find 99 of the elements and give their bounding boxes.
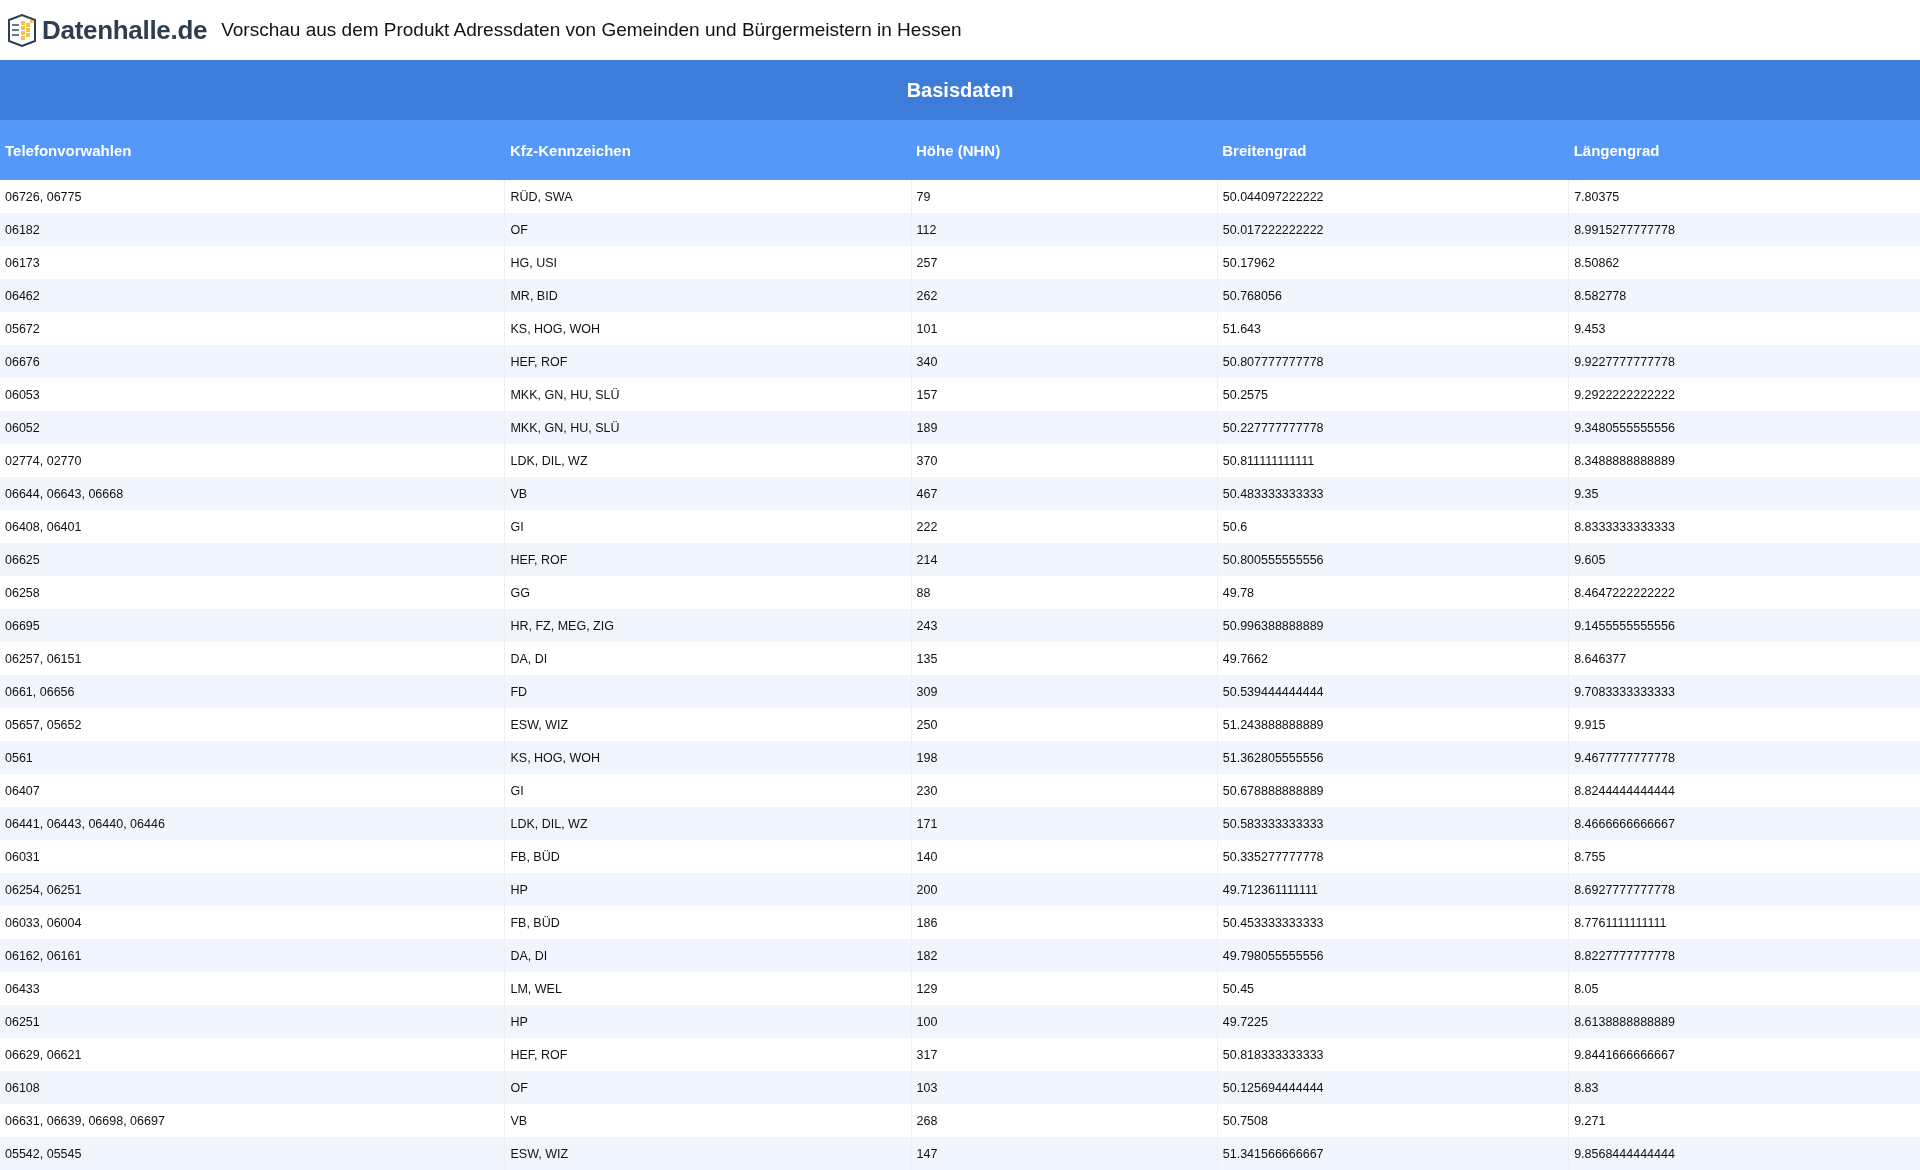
table-cell: 50.125694444444 xyxy=(1217,1071,1569,1104)
table-cell: 50.800555555556 xyxy=(1217,543,1569,576)
table-cell: 50.539444444444 xyxy=(1217,675,1569,708)
table-cell: 467 xyxy=(911,477,1218,510)
table-cell: 05672 xyxy=(0,312,505,345)
table-cell: 06631, 06639, 06698, 06697 xyxy=(0,1104,505,1137)
table-cell: 8.6138888888889 xyxy=(1568,1005,1920,1038)
table-cell: 06407 xyxy=(0,774,505,807)
table-cell: 50.996388888889 xyxy=(1217,609,1569,642)
table-cell: 05657, 05652 xyxy=(0,708,505,741)
table-cell: 9.8568444444444 xyxy=(1568,1137,1920,1170)
table-cell: 8.4666666666667 xyxy=(1568,807,1920,840)
table-cell: 49.7225 xyxy=(1217,1005,1569,1038)
table-cell: 50.807777777778 xyxy=(1217,345,1569,378)
table-cell: HR, FZ, MEG, ZIG xyxy=(504,609,912,642)
table-cell: 8.9915277777778 xyxy=(1568,213,1920,246)
table-cell: 06441, 06443, 06440, 06446 xyxy=(0,807,505,840)
table-cell: LDK, DIL, WZ xyxy=(504,807,912,840)
table-cell: 05542, 05545 xyxy=(0,1137,505,1170)
table-cell: 50.017222222222 xyxy=(1217,213,1569,246)
page-title: Vorschau aus dem Produkt Adressdaten von Gemeinden und Bürgermeistern in Hessen xyxy=(221,19,962,41)
table-cell: 06408, 06401 xyxy=(0,510,505,543)
table-cell: OF xyxy=(504,1071,912,1104)
table-cell: 8.83 xyxy=(1568,1071,1920,1104)
table-cell: 06258 xyxy=(0,576,505,609)
table-cell: DA, DI xyxy=(504,939,912,972)
table-cell: 06629, 06621 xyxy=(0,1038,505,1071)
table-cell: HP xyxy=(504,873,912,906)
table-cell: 06726, 06775 xyxy=(0,180,505,213)
table-cell: 262 xyxy=(911,279,1218,312)
table-cell: 198 xyxy=(911,741,1218,774)
table-cell: FD xyxy=(504,675,912,708)
table-cell: 0561 xyxy=(0,741,505,774)
table-cell: 171 xyxy=(911,807,1218,840)
table-cell: 0661, 06656 xyxy=(0,675,505,708)
table-cell: 06257, 06151 xyxy=(0,642,505,675)
table-cell: 06053 xyxy=(0,378,505,411)
table-cell: 50.583333333333 xyxy=(1217,807,1569,840)
table-cell: 02774, 02770 xyxy=(0,444,505,477)
table-cell: 06182 xyxy=(0,213,505,246)
column-header: Längengrad xyxy=(1568,120,1920,180)
table-cell: 8.6927777777778 xyxy=(1568,873,1920,906)
table-cell: OF xyxy=(504,213,912,246)
table-cell: VB xyxy=(504,477,912,510)
table-cell: 51.341566666667 xyxy=(1217,1137,1569,1170)
column-header: Kfz-Kennzeichen xyxy=(504,120,912,180)
table-cell: 340 xyxy=(911,345,1218,378)
table-cell: 112 xyxy=(911,213,1218,246)
section-title: Basisdaten xyxy=(0,60,1920,120)
table-cell: 103 xyxy=(911,1071,1218,1104)
table-cell: HP xyxy=(504,1005,912,1038)
table-cell: 9.1455555555556 xyxy=(1568,609,1920,642)
table-cell: 9.605 xyxy=(1568,543,1920,576)
table-cell: 06108 xyxy=(0,1071,505,1104)
table-cell: 9.7083333333333 xyxy=(1568,675,1920,708)
table-cell: 50.227777777778 xyxy=(1217,411,1569,444)
table-cell: 06162, 06161 xyxy=(0,939,505,972)
table-cell: 189 xyxy=(911,411,1218,444)
table-cell: 06625 xyxy=(0,543,505,576)
table-cell: 243 xyxy=(911,609,1218,642)
table-cell: 51.362805555556 xyxy=(1217,741,1569,774)
table-cell: 9.4677777777778 xyxy=(1568,741,1920,774)
table-cell: 49.712361111111 xyxy=(1217,873,1569,906)
table-cell: 9.35 xyxy=(1568,477,1920,510)
table-cell: 8.582778 xyxy=(1568,279,1920,312)
table-cell: 06644, 06643, 06668 xyxy=(0,477,505,510)
table-cell: 06251 xyxy=(0,1005,505,1038)
table-cell: 50.768056 xyxy=(1217,279,1569,312)
table-cell: 214 xyxy=(911,543,1218,576)
table-cell: 06462 xyxy=(0,279,505,312)
table-cell: 06031 xyxy=(0,840,505,873)
table-cell: KS, HOG, WOH xyxy=(504,741,912,774)
table-cell: MKK, GN, HU, SLÜ xyxy=(504,411,912,444)
table-cell: 200 xyxy=(911,873,1218,906)
table-cell: 9.3480555555556 xyxy=(1568,411,1920,444)
column-header: Höhe (NHN) xyxy=(911,120,1218,180)
table-cell: HEF, ROF xyxy=(504,345,912,378)
table-cell: 309 xyxy=(911,675,1218,708)
column-header: Breitengrad xyxy=(1217,120,1569,180)
table-cell: 9.9227777777778 xyxy=(1568,345,1920,378)
logo-icon xyxy=(6,13,38,47)
table-cell: 49.798055555556 xyxy=(1217,939,1569,972)
table-cell: 100 xyxy=(911,1005,1218,1038)
table-cell: 06033, 06004 xyxy=(0,906,505,939)
table-cell: HEF, ROF xyxy=(504,543,912,576)
column-header: Telefonvorwahlen xyxy=(0,120,505,180)
table-cell: 06052 xyxy=(0,411,505,444)
table-cell: 06433 xyxy=(0,972,505,1005)
table-cell: MR, BID xyxy=(504,279,912,312)
table-cell: 06695 xyxy=(0,609,505,642)
table-cell: 06254, 06251 xyxy=(0,873,505,906)
table-cell: 147 xyxy=(911,1137,1218,1170)
table-cell: 06676 xyxy=(0,345,505,378)
logo-text[interactable]: Datenhalle.de xyxy=(42,14,208,46)
table-cell: ESW, WIZ xyxy=(504,1137,912,1170)
table-cell: 50.483333333333 xyxy=(1217,477,1569,510)
table-cell: 182 xyxy=(911,939,1218,972)
table-cell: 06173 xyxy=(0,246,505,279)
table-cell: 8.8227777777778 xyxy=(1568,939,1920,972)
